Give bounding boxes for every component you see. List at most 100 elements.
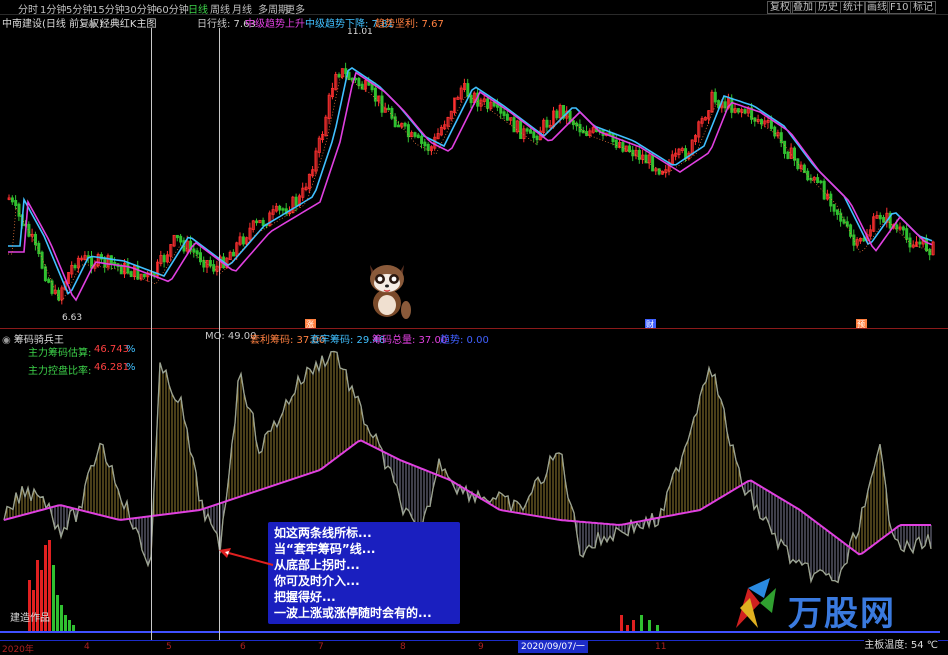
candle-body [14,200,18,206]
candle-body [198,252,202,263]
candle-body [17,203,21,217]
candle-body [350,77,354,81]
candle-body [231,251,235,257]
candle-body [901,226,905,231]
candle-body [525,128,529,132]
candle-body [505,113,509,121]
candle-body [816,177,820,183]
raccoon-mascot-icon [370,265,411,319]
period-tab-0[interactable]: 分时 [18,1,38,16]
candle-body [43,266,47,282]
histogram-bar [28,580,31,632]
candle-body [294,196,298,206]
candle-body [773,126,777,137]
candle-body [713,91,717,103]
histogram-bar [632,620,635,632]
candle-body [878,214,882,220]
candle-body [793,147,797,161]
arrow-icon [219,548,274,566]
marker-line-1 [151,28,152,640]
candle-body [162,255,166,263]
period-tab-7[interactable]: 周线 [210,1,230,16]
candle-body [337,74,341,78]
period-tab-2[interactable]: 5分钟 [66,1,92,16]
candle-body [420,135,424,144]
candle-body [179,235,183,243]
date-tick-1: 4 [84,642,90,652]
candle-body [651,154,655,172]
candle-body [512,117,516,133]
ma-pink-line [8,71,933,302]
candle-body [195,250,199,255]
bottom-label: 建造作品 [10,613,50,624]
histogram-bar [656,625,659,632]
toolbar-button-2[interactable]: 历史 [815,1,841,14]
candle-body [822,180,826,200]
candle-body [535,135,539,141]
candle-body [806,170,810,181]
candle-body [529,129,533,134]
annotation-line-4: 把握得好... [274,590,336,604]
toolbar-button-5[interactable]: F10 [887,1,912,14]
candle-body [466,83,470,98]
candle-body [730,97,734,113]
period-tab-5[interactable]: 60分钟 [156,1,189,16]
period-tab-6[interactable]: 日线 [188,1,208,16]
period-tab-1[interactable]: 1分钟 [40,1,66,16]
candle-body [423,141,427,147]
candle-body [387,107,391,111]
date-tick-5: 8 [400,642,406,652]
candle-body [278,205,282,211]
candle-body [819,180,823,184]
toolbar-button-1[interactable]: 叠加 [790,1,816,14]
period-tab-8[interactable]: 月线 [232,1,252,16]
histogram-bar [60,605,63,632]
date-tick-8: 11 [655,642,667,652]
candle-body [779,132,783,144]
candle-body [545,119,549,128]
histogram-bar [72,625,75,632]
candle-body [255,220,259,224]
candle-body [925,237,929,252]
candle-body [50,280,54,294]
candle-body [769,119,773,129]
event-marker-text: 涨 [306,319,314,328]
toolbar-button-6[interactable]: 标记 [910,1,936,14]
candle-body [532,131,536,139]
candle-body [743,109,747,114]
trend-dotted-line [8,75,933,303]
temperature-status: 主板温度: 54 ℃ [864,636,938,651]
candlestick-chart[interactable]: 11.01 6.63 涨 财 预 [0,28,940,328]
candle-body [403,122,407,127]
period-tab-10[interactable]: 更多 [285,1,305,16]
candle-body [360,83,364,90]
fill-bars [3,351,932,583]
candle-body [142,273,146,278]
candle-body [10,197,14,203]
period-tab-3[interactable]: 15分钟 [92,1,125,16]
candle-body [175,234,179,239]
period-tab-4[interactable]: 30分钟 [124,1,157,16]
histogram-bar [648,620,651,632]
candle-body [390,107,394,119]
histogram-bar [52,565,55,632]
candle-body [73,264,77,269]
candle-body [57,289,61,301]
candle-body [621,142,625,152]
candle-body [783,140,787,154]
histogram-bar [620,615,623,632]
candle-body [40,251,44,269]
candle-body [416,134,420,139]
annotation-line-5: 一波上涨或涨停随时会有的... [274,606,432,620]
period-tab-9[interactable]: 多周期 [258,1,288,16]
candle-body [555,110,559,119]
candle-body [835,209,839,215]
arbitrage-chip-line [3,350,932,584]
toolbar-button-3[interactable]: 统计 [840,1,866,14]
annotation-line-1: 当“套牢筹码”线... [274,542,376,556]
date-tick-3: 6 [240,642,246,652]
candle-body [832,204,836,212]
total-chip-line [3,439,931,556]
candle-body [357,77,361,87]
candle-body [469,94,473,104]
